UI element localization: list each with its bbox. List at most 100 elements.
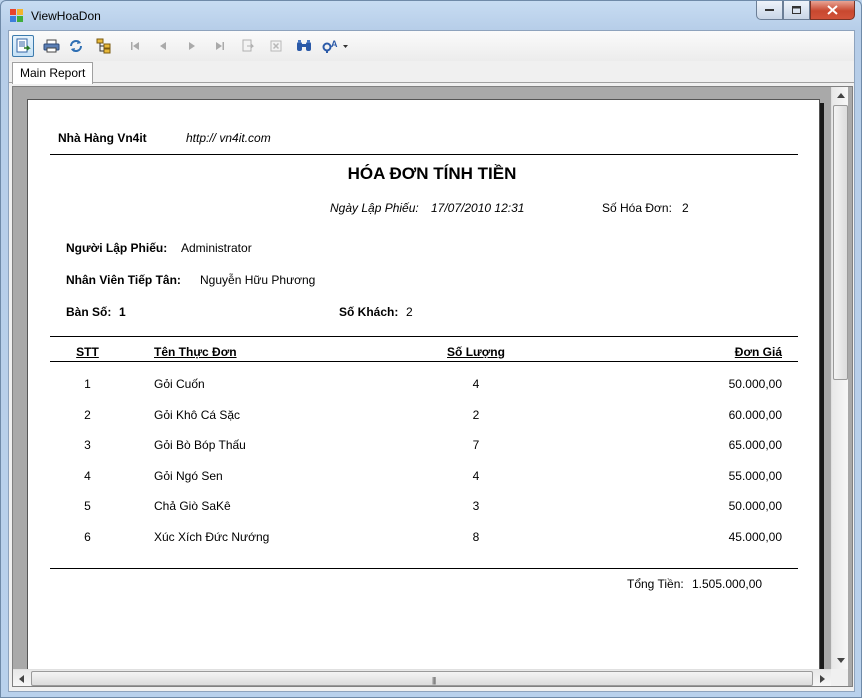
zoom-icon: A (322, 39, 348, 53)
item-price: 55.000,00 (728, 469, 782, 483)
zoom-button[interactable]: A (320, 35, 350, 57)
find-icon (297, 40, 311, 51)
item-qty: 4 (472, 469, 480, 483)
close-view-icon (270, 40, 282, 52)
previous-page-button[interactable] (152, 35, 174, 57)
item-name: Gỏi Khô Cá Sặc (154, 408, 241, 422)
first-page-icon (131, 42, 139, 50)
header-divider (50, 154, 798, 155)
creator-value: Administrator (181, 241, 252, 255)
col-price: Đơn Giá (734, 345, 782, 359)
last-page-button[interactable] (209, 35, 231, 57)
last-page-icon (216, 42, 224, 50)
col-stt: STT (76, 345, 99, 359)
item-stt: 6 (84, 530, 91, 544)
maximize-icon (791, 5, 801, 14)
item-stt: 4 (84, 469, 91, 483)
item-price: 60.000,00 (728, 408, 782, 422)
scroll-corner (831, 669, 848, 686)
item-qty: 7 (472, 438, 480, 452)
client-area: A Main Report Nhà Hàng Vn4it http:// vn4… (8, 30, 855, 692)
item-name: Gỏi Bò Bóp Thấu (154, 438, 246, 452)
app-icon (10, 9, 23, 22)
receptionist-value: Nguyễn Hữu Phương (200, 273, 316, 287)
invoice-no-label: Số Hóa Đơn: (602, 201, 672, 215)
invoice-no-value: 2 (682, 201, 689, 215)
arrow-up-icon (836, 93, 845, 98)
arrow-down-icon (836, 658, 845, 663)
item-price: 50.000,00 (728, 377, 782, 391)
item-qty: 8 (472, 530, 480, 544)
item-stt: 3 (84, 438, 91, 452)
minimize-icon (764, 9, 774, 11)
item-name: Chả Giò SaKê (154, 499, 231, 513)
group-tree-button[interactable] (93, 35, 115, 57)
scroll-up-button[interactable] (832, 87, 849, 104)
item-price: 50.000,00 (728, 499, 782, 513)
report-tabs: Main Report (9, 61, 854, 84)
print-button[interactable] (40, 35, 62, 57)
scroll-right-button[interactable] (814, 670, 831, 686)
title-bar[interactable]: ViewHoaDon (1, 1, 861, 29)
item-name: Gỏi Cuốn (154, 377, 205, 391)
arrow-right-icon (820, 674, 825, 683)
item-stt: 5 (84, 499, 91, 513)
item-name: Xúc Xích Đức Nướng (154, 530, 270, 544)
maximize-button[interactable] (783, 1, 810, 20)
minimize-button[interactable] (756, 1, 783, 20)
creator-label: Người Lập Phiếu: (66, 241, 168, 255)
arrow-left-icon (19, 674, 24, 683)
report-page: Nhà Hàng Vn4it http:// vn4it.com HÓA ĐƠN… (27, 99, 820, 679)
restaurant-name: Nhà Hàng Vn4it (58, 131, 147, 145)
close-icon (827, 5, 838, 15)
refresh-button[interactable] (65, 35, 87, 57)
total-value: 1.505.000,00 (692, 577, 763, 591)
close-button[interactable] (810, 1, 855, 20)
refresh-icon (70, 40, 82, 52)
table-top-divider (50, 336, 798, 337)
find-button[interactable] (293, 35, 315, 57)
vertical-scrollbar[interactable] (831, 87, 848, 669)
item-price: 65.000,00 (728, 438, 782, 452)
footer-divider (50, 568, 798, 569)
goto-page-icon (242, 39, 255, 52)
close-view-button[interactable] (265, 35, 287, 57)
next-page-icon (189, 42, 195, 50)
item-qty: 3 (472, 499, 480, 513)
grip-icon: ||| (432, 676, 436, 685)
item-price: 45.000,00 (728, 530, 782, 544)
date-label: Ngày Lập Phiếu: (330, 201, 419, 215)
goto-page-button[interactable] (237, 35, 259, 57)
first-page-button[interactable] (124, 35, 146, 57)
group-tree-icon (96, 38, 111, 54)
horizontal-scroll-thumb[interactable]: ||| (31, 671, 813, 686)
next-page-button[interactable] (181, 35, 203, 57)
guests-label: Số Khách: (339, 305, 399, 319)
item-qty: 2 (472, 408, 480, 422)
website: http:// vn4it.com (186, 131, 271, 145)
report-title: HÓA ĐƠN TÍNH TIỀN (347, 164, 517, 183)
table-label: Bàn Số: (66, 305, 112, 319)
tab-main-report[interactable]: Main Report (12, 62, 94, 84)
date-value: 17/07/2010 12:31 (431, 201, 525, 215)
export-report-icon (16, 38, 31, 53)
total-label: Tổng Tiền: (627, 577, 684, 591)
item-stt: 1 (84, 377, 91, 391)
scroll-down-button[interactable] (832, 652, 849, 669)
page-shadow (820, 103, 824, 683)
svg-text:A: A (331, 39, 338, 49)
item-stt: 2 (84, 408, 91, 422)
window-title: ViewHoaDon (31, 9, 101, 23)
app-window: ViewHoaDon A Main Report Nhà Hàng Vn4it … (0, 0, 862, 698)
col-qty: Số Lượng (447, 345, 505, 359)
table-value: 1 (119, 305, 126, 319)
horizontal-scrollbar[interactable]: ||| (13, 669, 831, 686)
scroll-left-button[interactable] (13, 670, 30, 686)
item-name: Gỏi Ngó Sen (154, 469, 223, 483)
receptionist-label: Nhân Viên Tiếp Tân: (66, 273, 181, 287)
vertical-scroll-thumb[interactable] (833, 105, 848, 380)
previous-page-icon (160, 42, 166, 50)
item-qty: 4 (472, 377, 480, 391)
report-viewer[interactable]: Nhà Hàng Vn4it http:// vn4it.com HÓA ĐƠN… (12, 86, 853, 687)
export-report-button[interactable] (12, 35, 34, 57)
